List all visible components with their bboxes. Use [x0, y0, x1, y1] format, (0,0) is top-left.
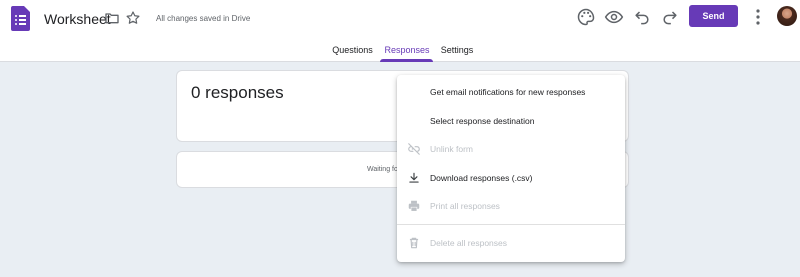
active-tab-indicator [380, 59, 433, 62]
download-icon [409, 172, 419, 183]
top-app-bar: Worksheet All changes saved in Drive Sen… [0, 0, 800, 62]
folder-icon[interactable] [104, 10, 120, 26]
menu-item-select-destination[interactable]: Select response destination [397, 108, 625, 134]
eye-preview-icon[interactable] [604, 7, 624, 27]
more-vert-icon[interactable] [752, 8, 764, 26]
menu-divider [397, 224, 625, 225]
print-icon [408, 200, 420, 212]
menu-item-label: Delete all responses [430, 238, 508, 248]
save-status: All changes saved in Drive [156, 14, 251, 23]
waiting-message: Waiting fo [367, 166, 398, 173]
responses-count: 0 responses [191, 83, 284, 102]
link-off-icon [408, 143, 420, 155]
avatar[interactable] [777, 6, 797, 26]
redo-icon[interactable] [660, 7, 680, 27]
star-icon[interactable] [125, 10, 141, 26]
forms-logo-icon[interactable] [11, 6, 30, 31]
menu-item-delete-all: Delete all responses [397, 230, 625, 256]
undo-icon[interactable] [632, 7, 652, 27]
tab-settings[interactable]: Settings [438, 42, 476, 62]
menu-item-email-notifications[interactable]: Get email notifications for new response… [397, 79, 625, 105]
menu-item-label: Print all responses [430, 201, 500, 211]
menu-item-print-all: Print all responses [397, 193, 625, 219]
trash-icon [409, 237, 419, 249]
send-button[interactable]: Send [689, 5, 738, 27]
menu-item-download-csv[interactable]: Download responses (.csv) [397, 165, 625, 191]
palette-icon[interactable] [576, 7, 596, 27]
responses-options-menu: Get email notifications for new response… [397, 75, 625, 262]
form-title[interactable]: Worksheet [44, 9, 111, 29]
menu-item-unlink-form: Unlink form [397, 136, 625, 162]
menu-item-label: Unlink form [430, 144, 473, 154]
tab-questions[interactable]: Questions [330, 42, 375, 62]
menu-item-label: Get email notifications for new response… [430, 87, 586, 97]
menu-item-label: Select response destination [430, 116, 535, 126]
menu-item-label: Download responses (.csv) [430, 173, 533, 183]
